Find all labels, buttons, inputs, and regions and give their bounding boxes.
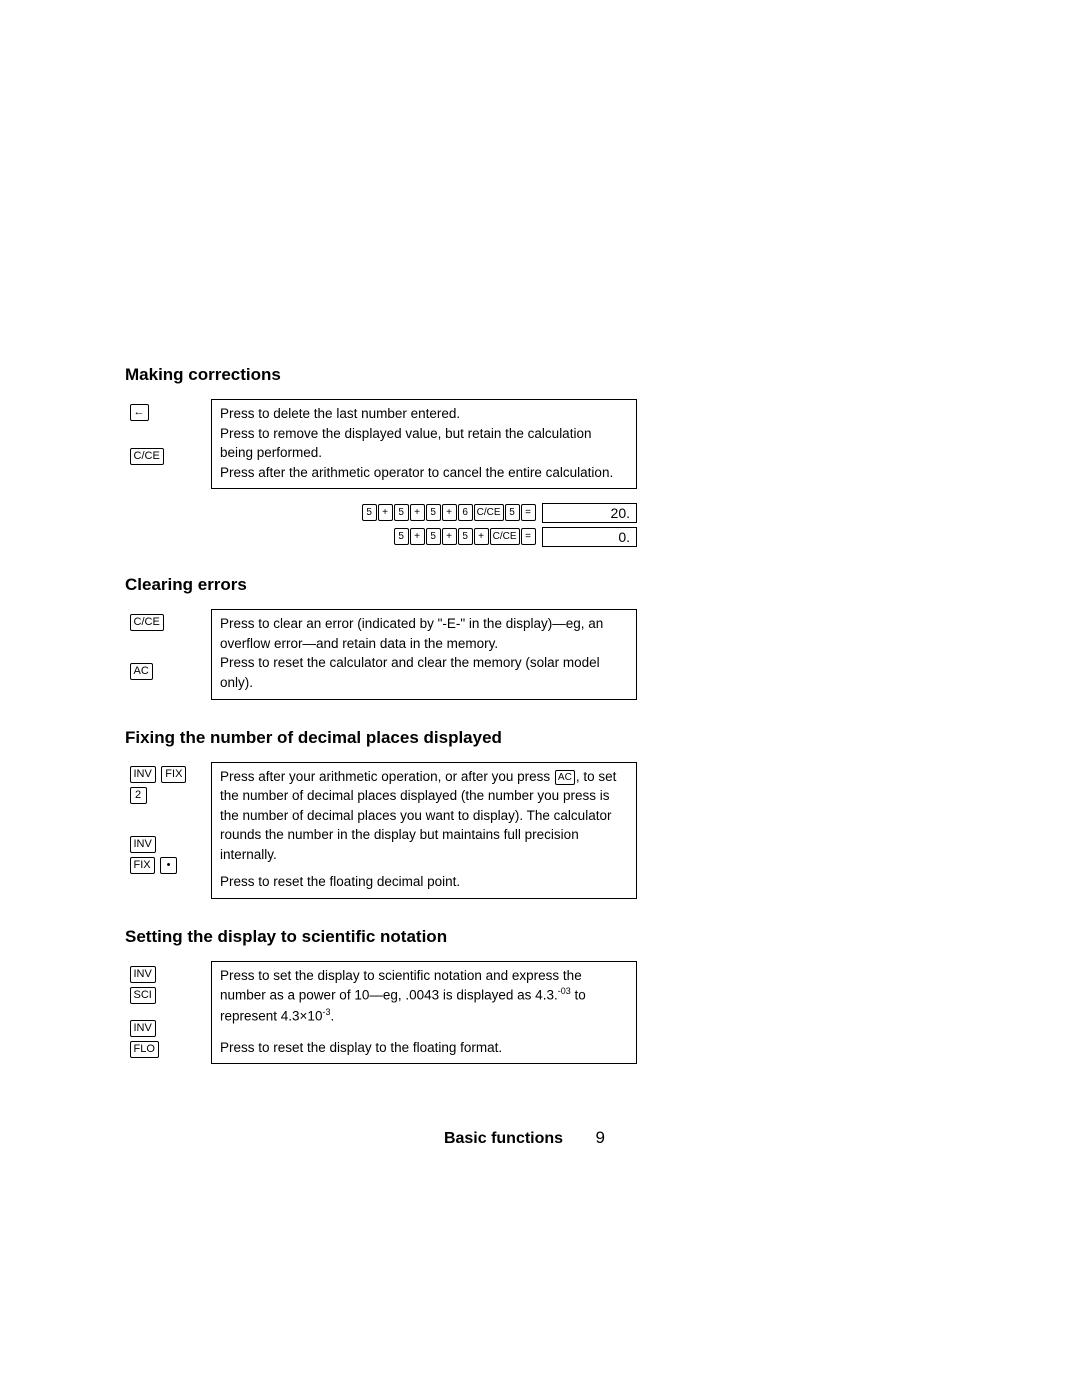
desc-text: Press to set the display to scientific n…: [220, 966, 628, 1026]
footer-section-title: Basic functions: [444, 1130, 563, 1147]
table-scientific-notation: INV SCI Press to set the display to scie…: [127, 961, 637, 1064]
desc-text: Press to clear an error (indicated by "-…: [220, 614, 628, 653]
example-result: 0.: [542, 527, 637, 547]
key-inv: INV: [130, 966, 156, 983]
example-result: 20.: [542, 503, 637, 523]
key-ac-inline: AC: [555, 770, 575, 785]
table-row: C/CE Press to clear an error (indicated …: [127, 610, 637, 645]
section-fixing-decimal: Fixing the number of decimal places disp…: [125, 728, 645, 899]
example-row: 5+5+5+C/CE= 0.: [127, 527, 637, 547]
page-content: Making corrections ← Press to delete the…: [125, 365, 645, 1092]
section-scientific-notation: Setting the display to scientific notati…: [125, 927, 645, 1064]
desc-text: Press after your arithmetic operation, o…: [220, 767, 628, 865]
key-fix: FIX: [161, 766, 186, 783]
table-row: ← Press to delete the last number entere…: [127, 400, 637, 445]
heading-clearing-errors: Clearing errors: [125, 575, 645, 595]
key-inv: INV: [130, 766, 156, 783]
section-clearing-errors: Clearing errors C/CE Press to clear an e…: [125, 575, 645, 699]
example-keys: 5+5+5+6C/CE5=: [361, 503, 542, 523]
desc-text: Press after the arithmetic operator to c…: [220, 463, 628, 483]
table-row: INV FIX 2 Press after your arithmetic op…: [127, 762, 637, 827]
key-flo: FLO: [130, 1041, 159, 1058]
key-cce: C/CE: [130, 448, 164, 465]
key-sci: SCI: [130, 987, 156, 1004]
key-dot: •: [160, 857, 177, 874]
desc-text: Press to delete the last number entered.: [220, 404, 628, 424]
key-inv: INV: [130, 1020, 156, 1037]
desc-text: Press to reset the floating decimal poin…: [220, 872, 628, 892]
key-2: 2: [130, 787, 147, 804]
key-cce: C/CE: [130, 614, 164, 631]
key-back-arrow: ←: [130, 404, 149, 421]
table-row: INV SCI Press to set the display to scie…: [127, 961, 637, 1009]
key-inv: INV: [130, 836, 156, 853]
section-making-corrections: Making corrections ← Press to delete the…: [125, 365, 645, 547]
desc-text: Press to reset the display to the floati…: [220, 1038, 628, 1058]
table-making-corrections: ← Press to delete the last number entere…: [127, 399, 637, 489]
examples-block: 5+5+5+6C/CE5= 20. 5+5+5+C/CE= 0.: [127, 503, 637, 547]
heading-scientific-notation: Setting the display to scientific notati…: [125, 927, 645, 947]
example-keys: 5+5+5+C/CE=: [393, 527, 542, 547]
page-footer: Basic functions 9: [125, 1128, 605, 1148]
table-clearing-errors: C/CE Press to clear an error (indicated …: [127, 609, 637, 699]
example-row: 5+5+5+6C/CE5= 20.: [127, 503, 637, 523]
table-fixing-decimal: INV FIX 2 Press after your arithmetic op…: [127, 762, 637, 899]
key-fix: FIX: [130, 857, 155, 874]
footer-page-number: 9: [596, 1128, 605, 1147]
key-ac: AC: [130, 663, 153, 680]
heading-making-corrections: Making corrections: [125, 365, 645, 385]
desc-text: Press to reset the calculator and clear …: [220, 653, 628, 692]
desc-text: Press to remove the displayed value, but…: [220, 424, 628, 463]
heading-fixing-decimal: Fixing the number of decimal places disp…: [125, 728, 645, 748]
